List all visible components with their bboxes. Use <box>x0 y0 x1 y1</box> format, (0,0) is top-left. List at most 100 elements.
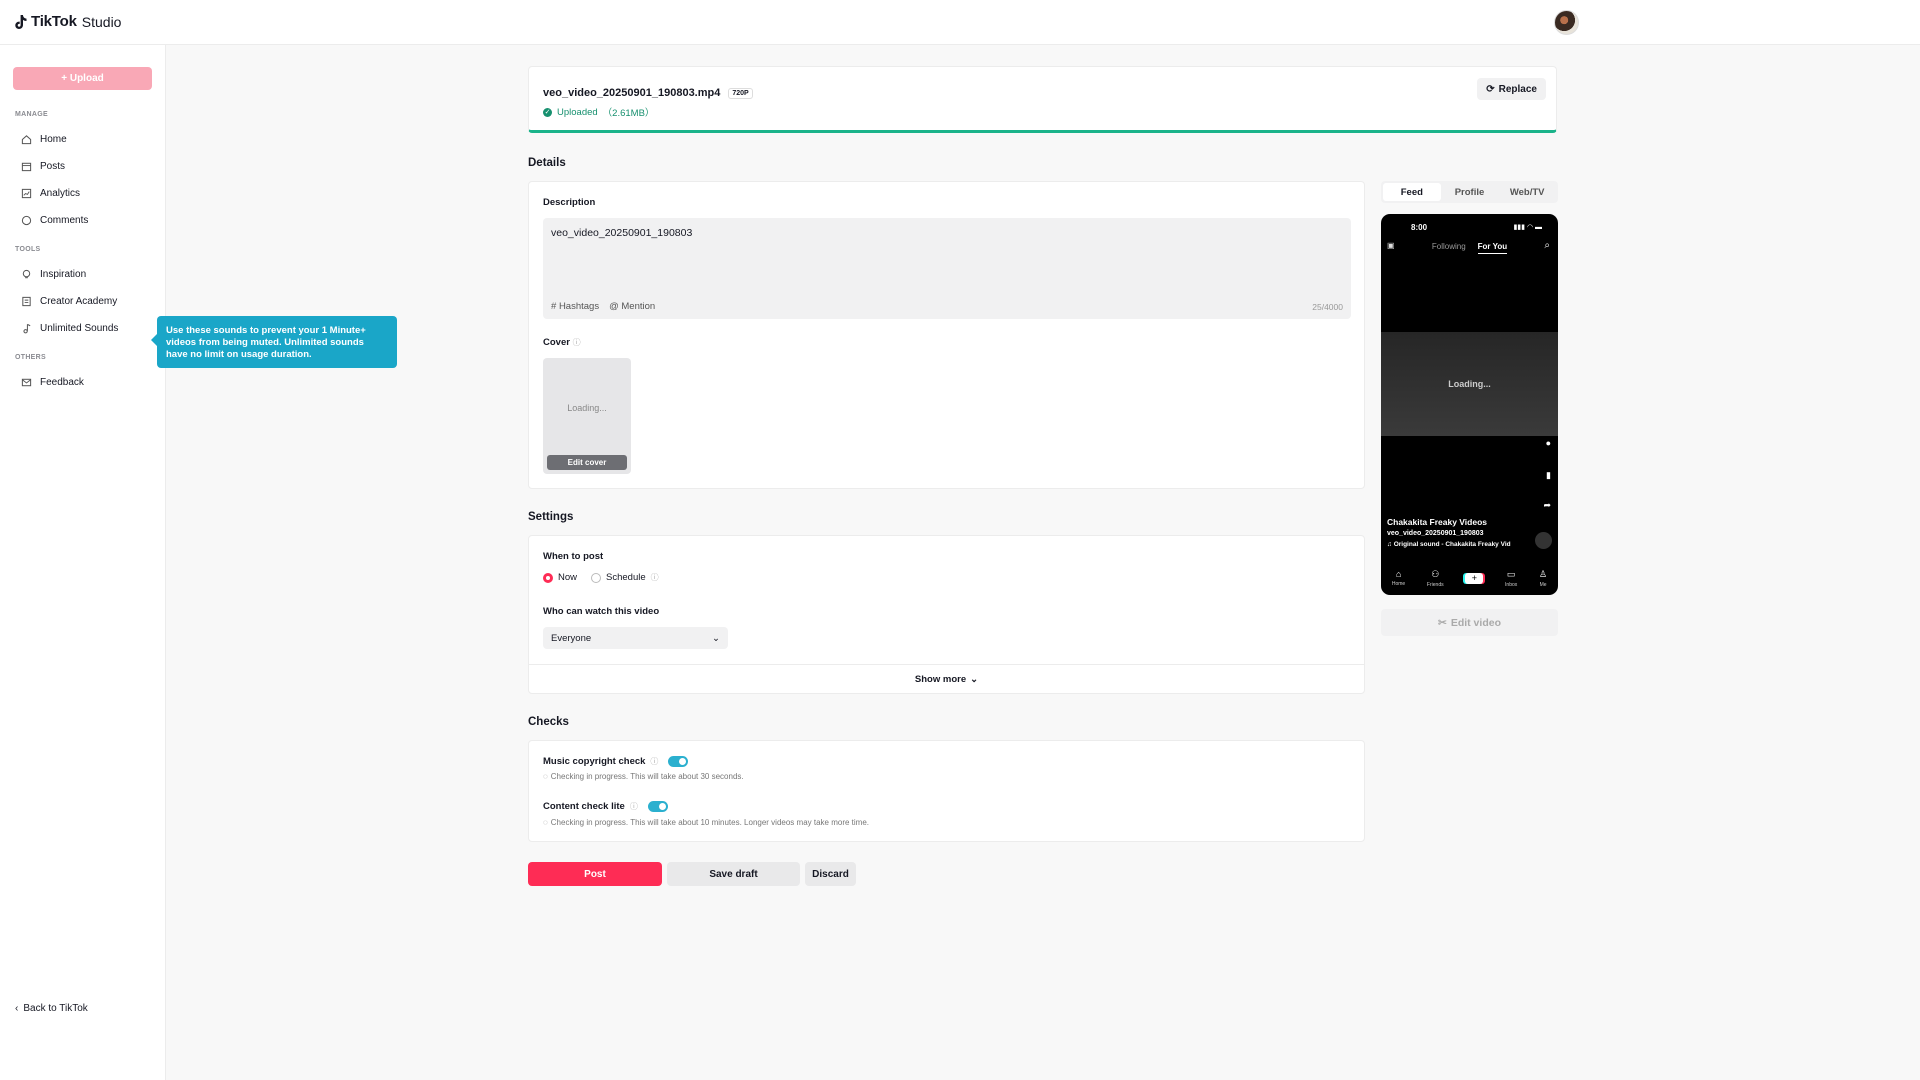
replace-button[interactable]: ⟳ Replace <box>1477 78 1546 100</box>
mention-button[interactable]: @ Mention <box>609 301 655 312</box>
upload-button[interactable]: + Upload <box>13 67 152 90</box>
description-input[interactable]: veo_video_20250901_190803 # Hashtags @ M… <box>543 218 1351 319</box>
phone-author-name: Chakakita Freaky Videos <box>1387 517 1488 527</box>
sidebar-item-label: Inspiration <box>40 268 87 280</box>
analytics-icon <box>20 187 32 199</box>
following-label: Following <box>1431 242 1466 251</box>
hashtags-button[interactable]: # Hashtags <box>551 301 599 312</box>
sound-disc-icon <box>1535 532 1552 549</box>
sidebar-item-comments[interactable]: Comments <box>20 214 88 226</box>
discard-button[interactable]: Discard <box>805 862 856 886</box>
music-check-toggle[interactable] <box>668 756 689 767</box>
show-more-button[interactable]: Show more ⌄ <box>529 664 1364 694</box>
info-icon[interactable]: ⓘ <box>573 338 581 347</box>
nav-section-others: OTHERS <box>15 354 46 361</box>
post-button[interactable]: Post <box>528 862 662 886</box>
bookmark-icon: ▮ <box>1546 470 1551 480</box>
edit-video-label: Edit video <box>1450 616 1501 629</box>
preview-tabs: Feed Profile Web/TV <box>1381 181 1558 203</box>
cover-label-row: Cover ⓘ <box>543 337 581 348</box>
music-check-status-text: Checking in progress. This will take abo… <box>550 772 744 781</box>
schedule-radio[interactable]: Schedule ⓘ <box>591 572 659 583</box>
description-text: veo_video_20250901_190803 <box>551 227 693 239</box>
phone-tab-home: ⌂ Home <box>1392 569 1405 587</box>
sidebar-item-label: Analytics <box>40 187 81 199</box>
spinner-icon: ◌ <box>543 818 548 827</box>
resolution-badge: 720P <box>728 87 753 99</box>
file-name: veo_video_20250901_190803.mp4 <box>543 87 721 99</box>
refresh-icon: ⟳ <box>1486 83 1495 95</box>
save-draft-button[interactable]: Save draft <box>667 862 800 886</box>
when-to-post-options: Now Schedule ⓘ <box>543 572 659 583</box>
top-header: TikTok Studio <box>0 0 1920 45</box>
tab-web-tv[interactable]: Web/TV <box>1498 183 1556 201</box>
user-avatar[interactable] <box>1554 10 1579 35</box>
music-note-icon <box>20 322 32 334</box>
when-to-post-label: When to post <box>543 551 604 562</box>
sidebar-item-inspiration[interactable]: Inspiration <box>20 268 86 280</box>
privacy-select[interactable]: Everyone ⌄ <box>543 627 728 649</box>
post-now-radio[interactable]: Now <box>543 572 577 583</box>
sidebar-item-analytics[interactable]: Analytics <box>20 187 80 199</box>
lightbulb-icon <box>20 268 32 280</box>
uploaded-file-card: veo_video_20250901_190803.mp4 720P ✓ Upl… <box>528 66 1557 133</box>
edit-video-button[interactable]: ✂ Edit video <box>1381 609 1558 636</box>
sidebar-item-label: Home <box>40 133 67 145</box>
music-note-icon: ♫ <box>1387 541 1394 548</box>
content-check-toggle[interactable] <box>647 801 668 812</box>
profile-icon: ♙ <box>1539 568 1548 579</box>
show-more-label: Show more <box>914 674 967 685</box>
chevron-down-icon: ⌄ <box>970 674 979 685</box>
phone-tab-bar: ⌂ Home ⚇ Friends + ▭ Inbox ♙ Me <box>1381 561 1558 595</box>
nav-section-tools: TOOLS <box>15 246 41 253</box>
sidebar-item-feedback[interactable]: Feedback <box>20 376 84 388</box>
sidebar: + Upload MANAGE Home Posts Analytics Com… <box>0 45 166 1080</box>
sidebar-item-home[interactable]: Home <box>20 133 67 145</box>
tiktok-logo-icon <box>15 14 27 29</box>
info-icon[interactable]: ⓘ <box>651 572 659 583</box>
checks-heading: Checks <box>528 716 569 728</box>
upload-status-text: Uploaded <box>557 106 598 118</box>
phone-caption: veo_video_20250901_190803 <box>1387 530 1484 537</box>
video-loading-text: Loading... <box>1448 379 1491 389</box>
file-size: （2.61MB） <box>602 108 655 119</box>
music-check-status: ◌ Checking in progress. This will take a… <box>543 772 744 781</box>
friends-icon: ⚇ <box>1431 568 1440 579</box>
phone-tab-create: + <box>1465 572 1484 584</box>
back-to-tiktok-link[interactable]: ‹ Back to TikTok <box>15 1003 88 1014</box>
back-link-label: Back to TikTok <box>23 1003 88 1014</box>
tab-feed[interactable]: Feed <box>1383 183 1441 201</box>
tab-profile[interactable]: Profile <box>1441 183 1499 201</box>
details-card: Description veo_video_20250901_190803 # … <box>528 181 1365 489</box>
phone-tab-inbox: ▭ Inbox <box>1505 569 1517 588</box>
nav-section-manage: MANAGE <box>15 111 48 118</box>
content-check-status-text: Checking in progress. This will take abo… <box>550 818 869 827</box>
sidebar-item-unlimited-sounds[interactable]: Unlimited Sounds <box>20 322 118 334</box>
info-icon[interactable]: ⓘ <box>630 801 638 812</box>
phone-tab-label: Me <box>1539 581 1547 588</box>
who-can-watch-label: Who can watch this video <box>543 606 660 617</box>
radio-selected-icon <box>543 572 553 583</box>
edit-cover-button[interactable]: Edit cover <box>547 455 627 470</box>
mention-label: Mention <box>621 301 656 312</box>
signal-battery-icon: ▮▮▮ ◠ ▬ <box>1513 224 1542 231</box>
academy-icon <box>20 295 32 307</box>
sidebar-item-label: Posts <box>40 160 66 172</box>
video-preview-area: Loading... <box>1381 332 1558 436</box>
sidebar-item-creator-academy[interactable]: Creator Academy <box>20 295 117 307</box>
privacy-value: Everyone <box>551 632 592 644</box>
unlimited-sounds-tooltip: Use these sounds to prevent your 1 Minut… <box>151 316 397 368</box>
chevron-left-icon: ‹ <box>15 1003 19 1014</box>
cover-thumbnail[interactable]: Loading... Edit cover <box>543 358 631 474</box>
phone-time: 8:00 <box>1411 223 1428 232</box>
sidebar-item-label: Comments <box>40 214 89 226</box>
tiktok-studio-logo[interactable]: TikTok Studio <box>14 13 121 30</box>
hashtags-label: Hashtags <box>558 301 600 312</box>
info-icon[interactable]: ⓘ <box>650 756 658 767</box>
home-icon: ⌂ <box>1395 569 1402 579</box>
sidebar-item-posts[interactable]: Posts <box>20 160 65 172</box>
phone-preview: 8:00 ▮▮▮ ◠ ▬ ▣ Following For You ⌕ Loadi… <box>1381 214 1558 595</box>
content-check-label: Content check lite <box>543 801 625 812</box>
logo-text: TikTok <box>31 13 77 30</box>
schedule-label: Schedule <box>606 572 646 583</box>
